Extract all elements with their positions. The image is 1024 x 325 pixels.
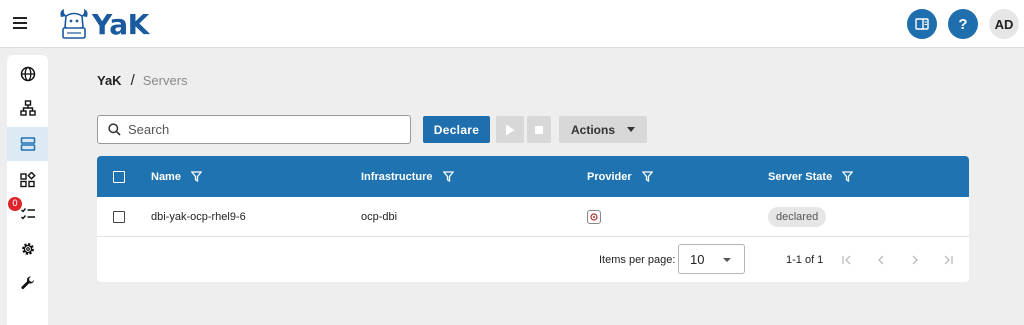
sidebar-item-jobs[interactable]: 0 <box>7 197 48 231</box>
sidebar-item-infrastructure[interactable] <box>7 91 48 125</box>
provider-icon <box>587 209 601 224</box>
first-page-icon[interactable] <box>839 252 855 268</box>
chevron-down-icon <box>627 127 635 132</box>
column-header-provider[interactable]: Provider <box>587 156 653 197</box>
actions-menu-button[interactable]: Actions <box>559 116 647 143</box>
sidebar: 0 <box>7 55 48 325</box>
play-icon <box>506 124 515 135</box>
stop-button[interactable] <box>527 116 551 143</box>
provider-cell <box>587 197 601 236</box>
items-per-page-label: Items per page: <box>599 254 676 266</box>
user-avatar[interactable]: AD <box>989 9 1019 39</box>
column-label: Name <box>151 170 181 183</box>
wrench-icon <box>20 276 34 290</box>
row-checkbox[interactable] <box>113 210 125 223</box>
gear-icon <box>21 243 34 255</box>
app-logo[interactable]: YaK <box>58 4 149 44</box>
column-label: Server State <box>768 170 833 183</box>
previous-page-icon[interactable] <box>873 252 889 268</box>
sidebar-item-servers[interactable] <box>7 127 48 161</box>
last-page-icon[interactable] <box>940 252 956 268</box>
filter-icon[interactable] <box>190 171 202 182</box>
filter-icon[interactable] <box>842 171 854 182</box>
column-header-name[interactable]: Name <box>151 156 202 197</box>
globe-icon <box>20 66 35 82</box>
sidebar-item-components[interactable] <box>7 163 48 197</box>
top-bar: YaK ? AD <box>0 0 1024 48</box>
filter-icon[interactable] <box>641 171 653 182</box>
page-range-label: 1-1 of 1 <box>786 254 824 266</box>
infrastructure-cell: ocp-dbi <box>361 210 398 223</box>
column-header-server-state[interactable]: Server State <box>768 156 854 197</box>
start-button[interactable] <box>496 116 524 143</box>
select-all-checkbox[interactable] <box>113 170 125 183</box>
search-box[interactable] <box>97 115 411 144</box>
declare-button[interactable]: Declare <box>423 116 490 143</box>
column-header-infrastructure[interactable]: Infrastructure <box>361 156 454 197</box>
yak-mascot-icon <box>60 9 88 39</box>
help-button[interactable]: ? <box>948 9 978 39</box>
network-icon <box>19 100 36 116</box>
filter-icon[interactable] <box>442 171 454 182</box>
servers-table: Name Infrastructure Provider Server Stat… <box>97 156 969 282</box>
breadcrumb-separator: / <box>130 72 135 89</box>
breadcrumb: YaK / Servers <box>97 72 188 89</box>
breadcrumb-home-link[interactable]: YaK <box>97 73 122 88</box>
sidebar-item-overview[interactable] <box>7 57 48 91</box>
paginator: Items per page: 10 1-1 of 1 <box>97 238 969 282</box>
server-icon <box>20 137 35 151</box>
sidebar-item-settings[interactable] <box>7 232 48 266</box>
column-label: Provider <box>587 170 632 183</box>
stop-icon <box>535 125 543 134</box>
column-label: Infrastructure <box>361 170 433 183</box>
menu-icon[interactable] <box>10 14 30 34</box>
app-name: YaK <box>92 7 149 41</box>
page-size-select[interactable]: 10 <box>678 244 745 274</box>
actions-label: Actions <box>570 122 615 137</box>
status-badge: declared <box>768 206 827 227</box>
page-size-value: 10 <box>690 251 705 267</box>
next-page-icon[interactable] <box>907 252 923 268</box>
search-icon <box>108 123 121 136</box>
checklist-icon <box>20 208 35 220</box>
table-row[interactable]: dbi-yak-ocp-rhel9-6 ocp-dbi declared <box>97 197 969 237</box>
server-name-cell: dbi-yak-ocp-rhel9-6 <box>151 210 246 223</box>
breadcrumb-current: Servers <box>142 73 188 88</box>
layout-toggle-button[interactable] <box>907 9 937 39</box>
avatar-initials: AD <box>994 16 1014 32</box>
search-input[interactable] <box>128 122 388 137</box>
table-header: Name Infrastructure Provider Server Stat… <box>97 156 969 197</box>
help-label: ? <box>958 15 968 33</box>
sidebar-item-tools[interactable] <box>7 266 48 300</box>
server-state-cell: declared <box>768 197 827 236</box>
notification-badge: 0 <box>8 197 22 211</box>
panel-icon <box>915 18 929 30</box>
widgets-icon <box>19 172 36 188</box>
chevron-down-icon <box>723 258 731 262</box>
